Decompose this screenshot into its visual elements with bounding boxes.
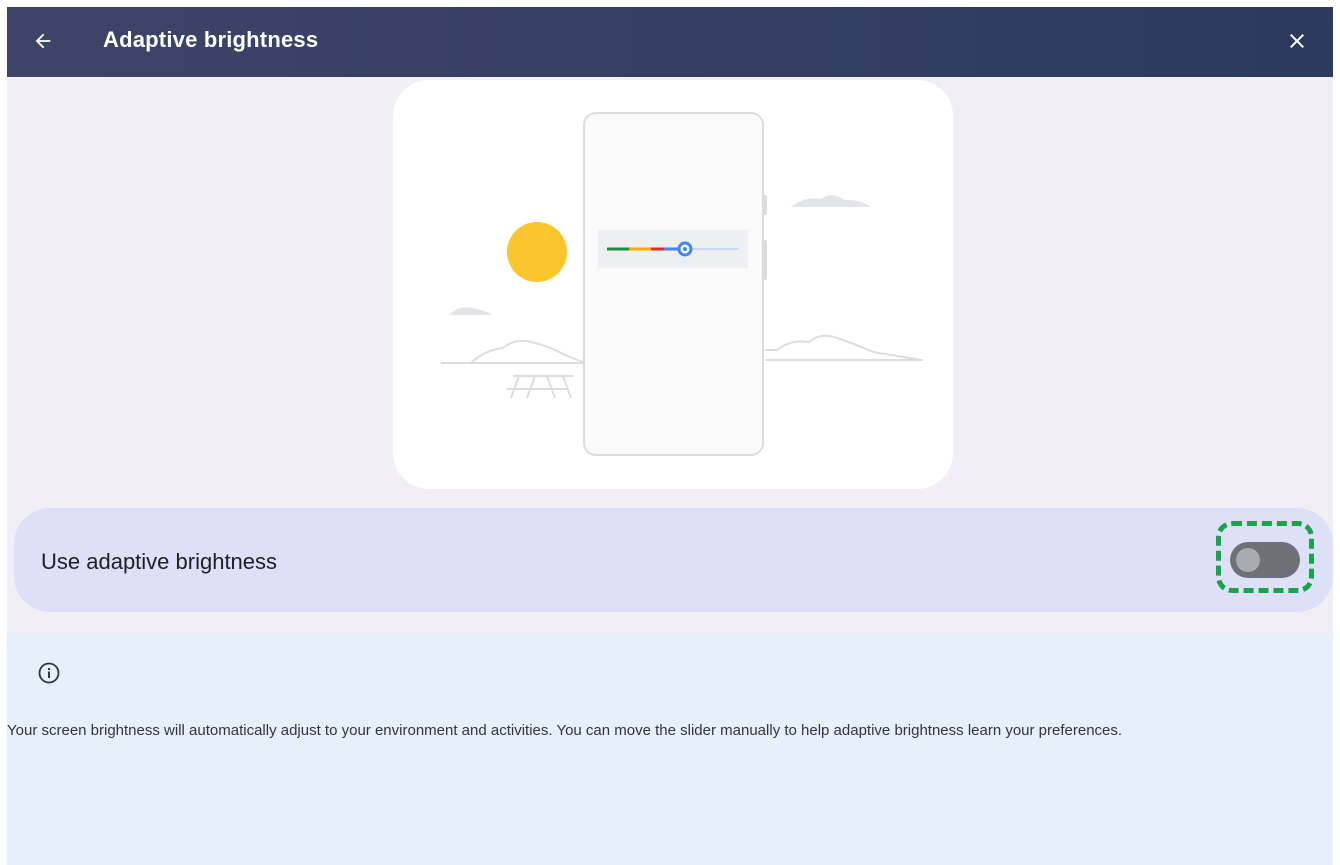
page-title: Adaptive brightness bbox=[103, 27, 319, 52]
brightness-illustration bbox=[393, 80, 953, 489]
hills-right bbox=[765, 334, 922, 361]
phone-frame bbox=[583, 112, 764, 456]
close-icon bbox=[1290, 34, 1304, 48]
cloud-right bbox=[791, 195, 871, 207]
arrow-back-icon bbox=[35, 33, 51, 49]
toggle-label: Use adaptive brightness bbox=[41, 549, 278, 574]
cloud-left bbox=[449, 307, 493, 315]
top-app-bar: Adaptive brightness bbox=[7, 7, 1333, 77]
info-panel: Your screen brightness will automaticall… bbox=[7, 633, 1333, 865]
back-button[interactable] bbox=[25, 23, 61, 59]
sun-icon bbox=[507, 222, 567, 282]
picnic-table-icon bbox=[507, 375, 573, 399]
adaptive-brightness-toggle[interactable] bbox=[1230, 542, 1300, 578]
info-description: Your screen brightness will automaticall… bbox=[7, 722, 1123, 739]
adaptive-brightness-row[interactable]: Use adaptive brightness bbox=[14, 508, 1333, 612]
settings-window: Adaptive brightness Use adaptive brightn… bbox=[7, 7, 1333, 865]
info-icon bbox=[38, 662, 60, 684]
close-button[interactable] bbox=[1279, 23, 1315, 59]
hills-left bbox=[441, 339, 586, 364]
illustration-graphic bbox=[441, 112, 923, 456]
toggle-thumb bbox=[1236, 548, 1260, 572]
